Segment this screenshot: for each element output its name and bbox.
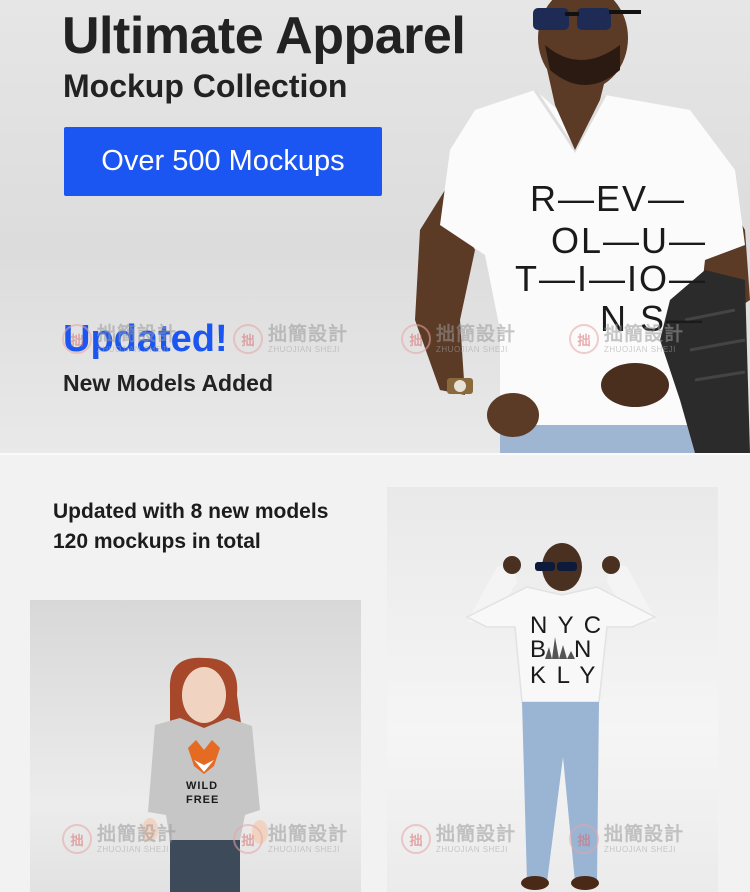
watermark-en: ZHUOJIAN SHEJI (268, 344, 340, 354)
woman-sweatshirt-photo (30, 600, 361, 892)
watermark-seal-icon: 拙 (233, 324, 263, 354)
stats-line-total: 120 mockups in total (53, 530, 261, 553)
wild-print-line-1: WILD (186, 780, 219, 792)
hero-subtitle: Mockup Collection (63, 68, 348, 104)
hero-banner: Ultimate Apparel Mockup Collection Over … (0, 0, 750, 453)
tee-print-line-2: OL—U— (551, 220, 708, 261)
hoodie-print-line-3: K L Y (530, 662, 598, 689)
tee-print-line-4: N S— (600, 298, 705, 339)
stats-line-models: Updated with 8 new models (53, 500, 329, 523)
tee-print-line-1: R—EV— (530, 178, 687, 219)
wild-print-line-2: FREE (186, 794, 220, 806)
hoodie-print-line-2: B N (530, 636, 594, 663)
updated-heading: Updated! (63, 318, 228, 360)
update-stats: Updated with 8 new models 120 mockups in… (53, 497, 328, 557)
watermark-cn: 拙簡設計 (268, 323, 349, 345)
section-divider (0, 453, 750, 455)
tee-print-line-3: T—I—IO— (515, 258, 707, 299)
new-models-text: New Models Added (63, 370, 273, 396)
watermark-logo: 拙 拙簡設計 ZHUOJIAN SHEJI (233, 324, 348, 354)
mockups-cta-button[interactable]: Over 500 Mockups (64, 127, 382, 196)
